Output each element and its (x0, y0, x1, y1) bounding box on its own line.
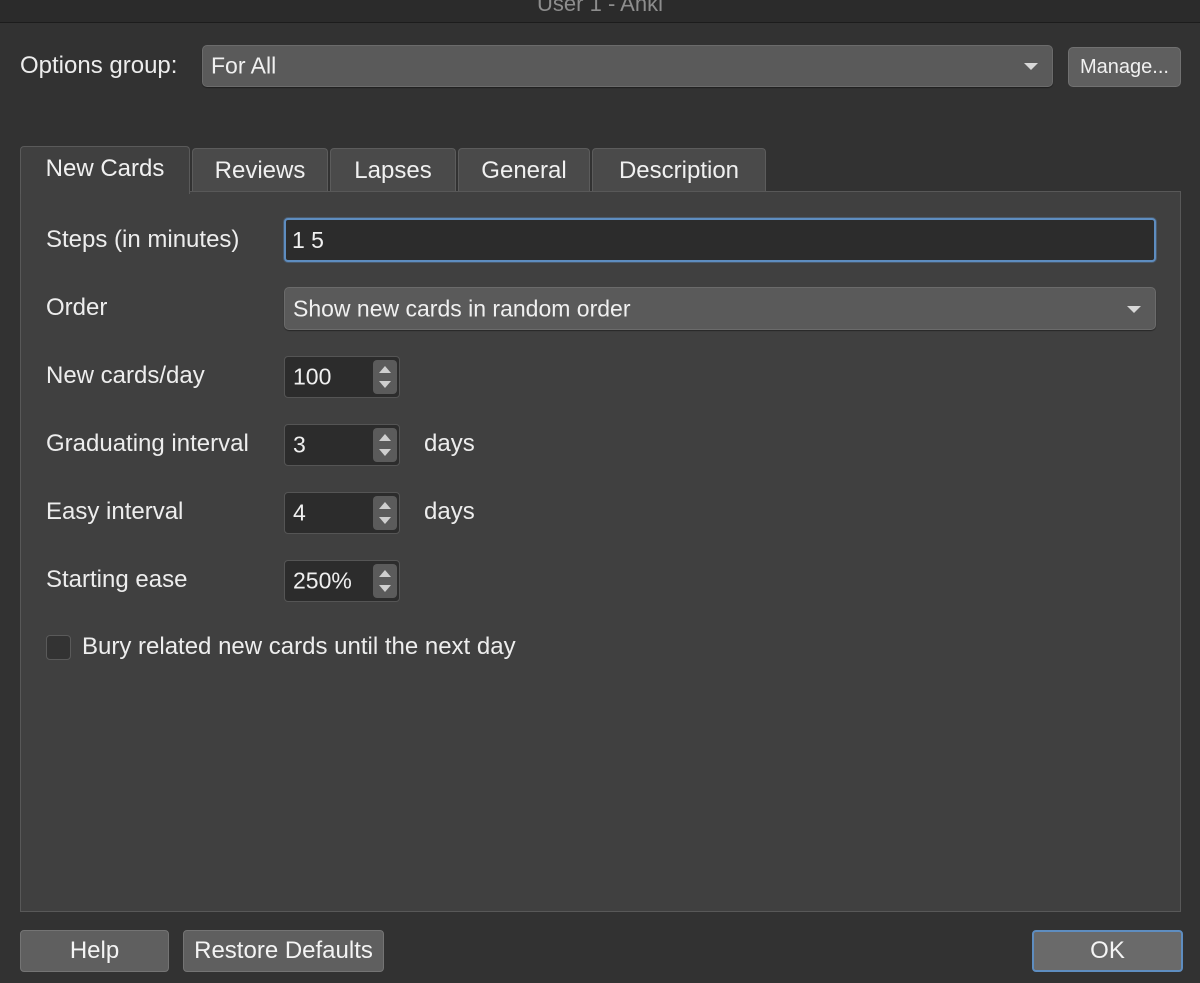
bury-related-label[interactable]: Bury related new cards until the next da… (82, 633, 516, 661)
starting-ease-stepper[interactable]: 250% (284, 560, 400, 602)
stepper-up-icon[interactable] (379, 366, 391, 373)
tab-general[interactable]: General (458, 148, 590, 192)
stepper-up-icon[interactable] (379, 434, 391, 441)
options-group-select[interactable]: For All (202, 45, 1053, 87)
manage-button[interactable]: Manage... (1068, 47, 1181, 87)
graduating-interval-stepper[interactable]: 3 (284, 424, 400, 466)
new-cards-per-day-stepper[interactable]: 100 (284, 356, 400, 398)
easy-interval-unit: days (424, 498, 475, 525)
stepper-down-icon[interactable] (379, 449, 391, 456)
chevron-down-icon (1127, 305, 1141, 313)
ok-button[interactable]: OK (1032, 930, 1183, 972)
chevron-down-icon (1024, 63, 1038, 70)
stepper-arrows[interactable] (373, 496, 397, 530)
steps-input[interactable]: 1 5 (284, 218, 1156, 262)
restore-defaults-button[interactable]: Restore Defaults (183, 930, 384, 972)
tab-description[interactable]: Description (592, 148, 766, 192)
stepper-arrows[interactable] (373, 428, 397, 462)
stepper-down-icon[interactable] (379, 517, 391, 524)
stepper-arrows[interactable] (373, 360, 397, 394)
tab-reviews[interactable]: Reviews (192, 148, 328, 192)
help-button[interactable]: Help (20, 930, 169, 972)
starting-ease-label: Starting ease (46, 566, 188, 593)
new-cards-per-day-label: New cards/day (46, 362, 205, 389)
tab-lapses[interactable]: Lapses (330, 148, 456, 192)
stepper-up-icon[interactable] (379, 570, 391, 577)
stepper-down-icon[interactable] (379, 585, 391, 592)
options-group-label: Options group: (20, 52, 178, 79)
stepper-up-icon[interactable] (379, 502, 391, 509)
graduating-interval-value: 3 (293, 431, 306, 458)
options-group-value: For All (211, 52, 277, 79)
order-value: Show new cards in random order (293, 295, 631, 321)
tab-new-cards[interactable]: New Cards (20, 146, 190, 194)
new-cards-per-day-value: 100 (293, 363, 332, 390)
order-label: Order (46, 294, 108, 321)
window-title: User 1 - Anki (537, 0, 663, 16)
title-bar: User 1 - Anki (0, 0, 1200, 23)
graduating-interval-label: Graduating interval (46, 430, 249, 457)
order-select[interactable]: Show new cards in random order (284, 287, 1156, 330)
stepper-down-icon[interactable] (379, 381, 391, 388)
stepper-arrows[interactable] (373, 564, 397, 598)
steps-label: Steps (in minutes) (46, 226, 240, 253)
graduating-interval-unit: days (424, 430, 475, 457)
starting-ease-value: 250% (293, 567, 352, 594)
bury-related-checkbox[interactable] (46, 635, 71, 660)
easy-interval-label: Easy interval (46, 498, 184, 525)
easy-interval-value: 4 (293, 499, 306, 526)
easy-interval-stepper[interactable]: 4 (284, 492, 400, 534)
